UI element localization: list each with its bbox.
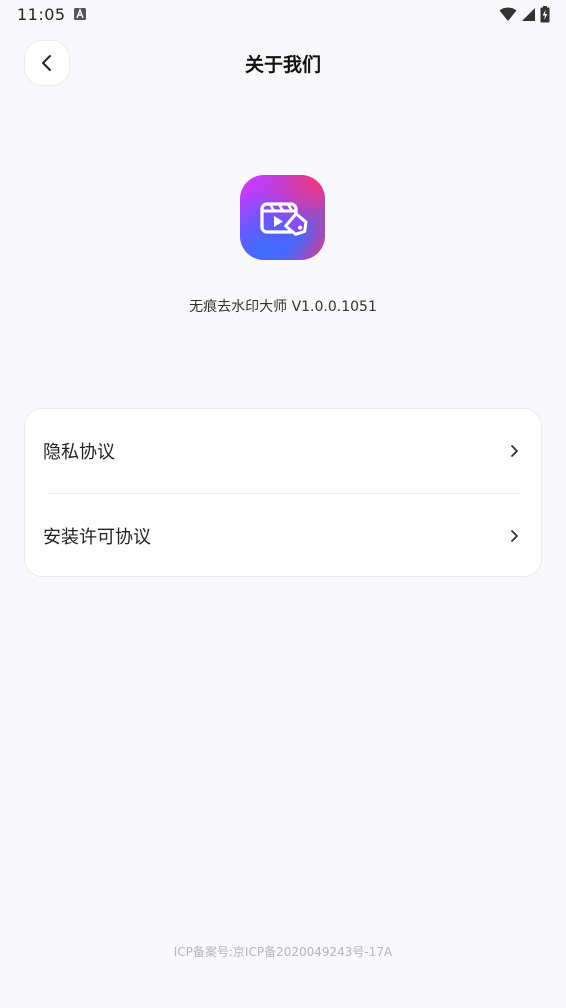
icp-footer-text: ICP备案号:京ICP备2020049243号-17A: [173, 945, 393, 959]
keyboard-a-icon: [74, 8, 86, 20]
menu-item-label: 安装许可协议: [43, 527, 151, 548]
app-version-label: 无痕去水印大师 V1.0.0.1051: [189, 299, 377, 315]
chevron-right-icon: [511, 530, 518, 542]
status-icons: [499, 5, 550, 23]
menu-item-install-license[interactable]: 安装许可协议: [25, 494, 541, 578]
status-time: 11:05: [17, 5, 66, 24]
video-clapper-tag-icon: [260, 202, 308, 236]
chevron-right-icon: [511, 445, 518, 457]
cell-signal-icon: [522, 8, 535, 21]
menu-item-label: 隐私协议: [43, 442, 115, 463]
menu-card: 隐私协议 安装许可协议: [24, 408, 542, 577]
battery-charging-icon: [540, 5, 550, 22]
app-logo: [240, 175, 325, 260]
wifi-icon: [499, 7, 517, 21]
page-title: 关于我们: [244, 54, 321, 76]
status-bar: 11:05: [0, 0, 566, 30]
menu-item-privacy-policy[interactable]: 隐私协议: [25, 409, 541, 493]
